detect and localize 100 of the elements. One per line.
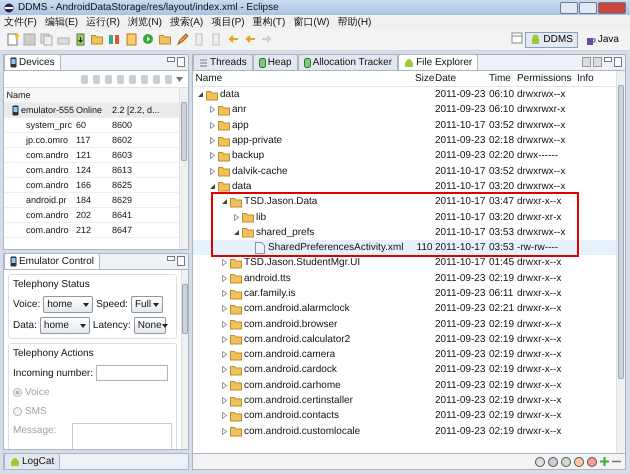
collapse-triangle-icon[interactable] xyxy=(197,91,204,98)
expand-triangle-icon[interactable] xyxy=(209,106,216,114)
menu-item[interactable]: 浏览(N) xyxy=(128,14,162,30)
pencil-icon[interactable] xyxy=(176,33,189,46)
device-row[interactable]: jp.co.omro 117 8602 xyxy=(4,133,179,148)
close-button[interactable] xyxy=(598,2,626,14)
run-icon[interactable] xyxy=(142,33,155,46)
file-row[interactable]: dalvik-cache 2011-10-17 03:52 drwxrwx--x xyxy=(193,163,616,179)
minimize-button[interactable] xyxy=(560,2,578,14)
expand-triangle-icon[interactable] xyxy=(221,290,228,297)
device-row[interactable]: com.andro 212 8647 xyxy=(4,223,179,238)
expand-triangle-icon[interactable] xyxy=(233,214,240,221)
file-row[interactable]: shared_prefs 2011-10-17 03:53 drwxrwx--x xyxy=(193,224,616,240)
device-row[interactable]: com.andro 121 8603 xyxy=(4,148,179,163)
collapse-triangle-icon[interactable] xyxy=(233,228,240,236)
view-tab[interactable]: File Explorer xyxy=(398,55,478,70)
file-row[interactable]: SharedPreferencesActivity.xml 110 2011-10-17 03:53 -rw-rw---- xyxy=(193,240,616,256)
file-row[interactable]: android.tts 2011-09-23 02:19 drwxr-x--x xyxy=(193,270,616,286)
dropdown[interactable]: home xyxy=(40,317,90,334)
dropdown[interactable]: home xyxy=(43,296,94,313)
minimize-icon[interactable] xyxy=(604,57,612,63)
dropdown[interactable]: None xyxy=(134,317,166,334)
device-row[interactable]: emulator-555 Online 2.2 [2.2, d... xyxy=(4,103,179,118)
file-row[interactable]: car.family.is 2011-09-23 06:11 drwxr-x--x xyxy=(193,286,616,302)
collapse-triangle-icon[interactable] xyxy=(221,198,228,206)
view-tab[interactable]: Emulator Control xyxy=(4,254,100,269)
column-header[interactable]: Size xyxy=(415,71,435,86)
folder-icon[interactable] xyxy=(91,33,104,46)
expand-triangle-icon[interactable] xyxy=(221,428,228,435)
device-row[interactable]: com.andro 202 8641 xyxy=(4,208,179,223)
save-icon[interactable] xyxy=(23,33,36,46)
file-row[interactable]: TSD.Jason.StudentMgr.UI 2011-10-17 01:45 drwxr-x--x xyxy=(193,255,616,271)
file-row[interactable]: anr 2011-09-23 06:10 drwxrwxr-x xyxy=(193,102,616,118)
maximize-icon[interactable] xyxy=(614,57,622,67)
maximize-icon[interactable] xyxy=(177,256,185,266)
menu-item[interactable]: 搜索(A) xyxy=(170,14,204,30)
collapse-triangle-icon[interactable] xyxy=(209,182,216,190)
file-row[interactable]: data 2011-09-23 06:10 drwxrwx--x xyxy=(193,87,616,102)
file-row[interactable]: backup 2011-09-23 02:20 drwx------ xyxy=(193,148,616,164)
maximize-button[interactable] xyxy=(579,2,597,14)
input-field[interactable] xyxy=(96,365,168,381)
scrollbar[interactable] xyxy=(179,88,188,249)
field-label: Data: xyxy=(13,319,37,333)
view-tab[interactable]: LogCat xyxy=(4,453,60,469)
file-row[interactable]: com.android.cardock 2011-09-23 02:19 drwxr-x--x xyxy=(193,362,616,378)
file-row[interactable]: app-private 2011-09-23 02:18 drwxrwx--x xyxy=(193,132,616,148)
file-row[interactable]: com.android.camera 2011-09-23 02:19 drwxr-x--x xyxy=(193,347,616,362)
menu-item[interactable]: 项目(P) xyxy=(211,14,245,30)
download-icon[interactable] xyxy=(74,33,87,46)
device-row[interactable]: com.andro 166 8625 xyxy=(4,178,179,193)
dropdown[interactable]: Full xyxy=(130,296,163,313)
file-row[interactable]: TSD.Jason.Data 2011-10-17 03:47 drwxr-x--x xyxy=(193,194,616,210)
expand-triangle-icon[interactable] xyxy=(221,382,228,389)
new-file-icon[interactable] xyxy=(6,33,19,46)
document-icon[interactable] xyxy=(125,33,138,46)
scrollbar[interactable] xyxy=(616,71,625,453)
view-tab[interactable]: Threads xyxy=(193,55,253,70)
device-row[interactable]: android.pr 184 8629 xyxy=(4,193,179,208)
menu-item[interactable]: 重构(T) xyxy=(252,14,286,30)
file-row[interactable]: com.android.alarmclock 2011-09-23 02:21 drwxr-x--x xyxy=(193,301,616,316)
file-row[interactable]: lib 2011-10-17 03:20 drwxr-xr-x xyxy=(193,209,616,225)
view-tab[interactable]: Allocation Tracker xyxy=(298,55,398,70)
column-header[interactable]: Date xyxy=(435,71,489,86)
copy-icon[interactable] xyxy=(40,33,53,46)
file-row[interactable]: data 2011-10-17 03:20 drwxrwx--x xyxy=(193,178,616,194)
device-row[interactable]: com.andro 124 8613 xyxy=(4,163,179,178)
column-header[interactable]: Info xyxy=(577,71,616,86)
expand-triangle-icon[interactable] xyxy=(221,274,228,282)
menu-item[interactable]: 运行(R) xyxy=(86,14,120,30)
column-header[interactable]: Name xyxy=(193,71,415,86)
menu-item[interactable]: 帮助(H) xyxy=(337,14,372,30)
file-row[interactable]: com.android.certinstaller 2011-09-23 02:19 drwxr-x--x xyxy=(193,392,616,408)
expand-triangle-icon[interactable] xyxy=(209,168,216,175)
file-row[interactable]: com.android.browser 2011-09-23 02:19 drwxr-x--x xyxy=(193,316,616,332)
expand-triangle-icon[interactable] xyxy=(221,305,228,312)
file-row[interactable]: com.android.carhome 2011-09-23 02:19 drwxr-x--x xyxy=(193,378,616,393)
scrollbar[interactable] xyxy=(181,270,188,449)
view-tab[interactable]: Heap xyxy=(252,55,298,70)
expand-triangle-icon[interactable] xyxy=(221,259,228,266)
plus-icon[interactable] xyxy=(600,457,609,466)
minimize-icon[interactable] xyxy=(167,256,175,262)
expand-triangle-icon[interactable] xyxy=(209,122,216,129)
perspective-button[interactable]: DDMS xyxy=(525,32,578,48)
dropdown-triangle-icon[interactable] xyxy=(176,76,183,82)
file-row[interactable]: com.android.customlocale 2011-09-23 02:19 drwxr-x--x xyxy=(193,424,616,439)
open-folder-icon[interactable] xyxy=(159,33,172,46)
device-row[interactable]: system_prc 60 8600 xyxy=(4,118,179,133)
column-header[interactable]: Time xyxy=(489,71,517,86)
menu-item[interactable]: 文件(F) xyxy=(4,14,37,30)
minimize-icon[interactable] xyxy=(167,57,175,63)
open-perspective-icon[interactable] xyxy=(511,32,524,44)
menu-item[interactable]: 窗口(W) xyxy=(293,14,330,30)
file-row[interactable]: com.android.calculator2 2011-09-23 02:19 drwxr-x--x xyxy=(193,332,616,348)
maximize-icon[interactable] xyxy=(177,57,185,67)
file-row[interactable]: app 2011-10-17 03:52 drwxrwx--x xyxy=(193,118,616,133)
view-tab[interactable]: Devices xyxy=(4,55,61,70)
menu-item[interactable]: 编辑(E) xyxy=(44,14,78,30)
file-row[interactable]: com.android.contacts 2011-09-23 02:19 drwxr-x--x xyxy=(193,408,616,424)
column-header[interactable]: Permissions xyxy=(517,71,577,86)
perspective-button[interactable]: Java xyxy=(580,32,624,48)
